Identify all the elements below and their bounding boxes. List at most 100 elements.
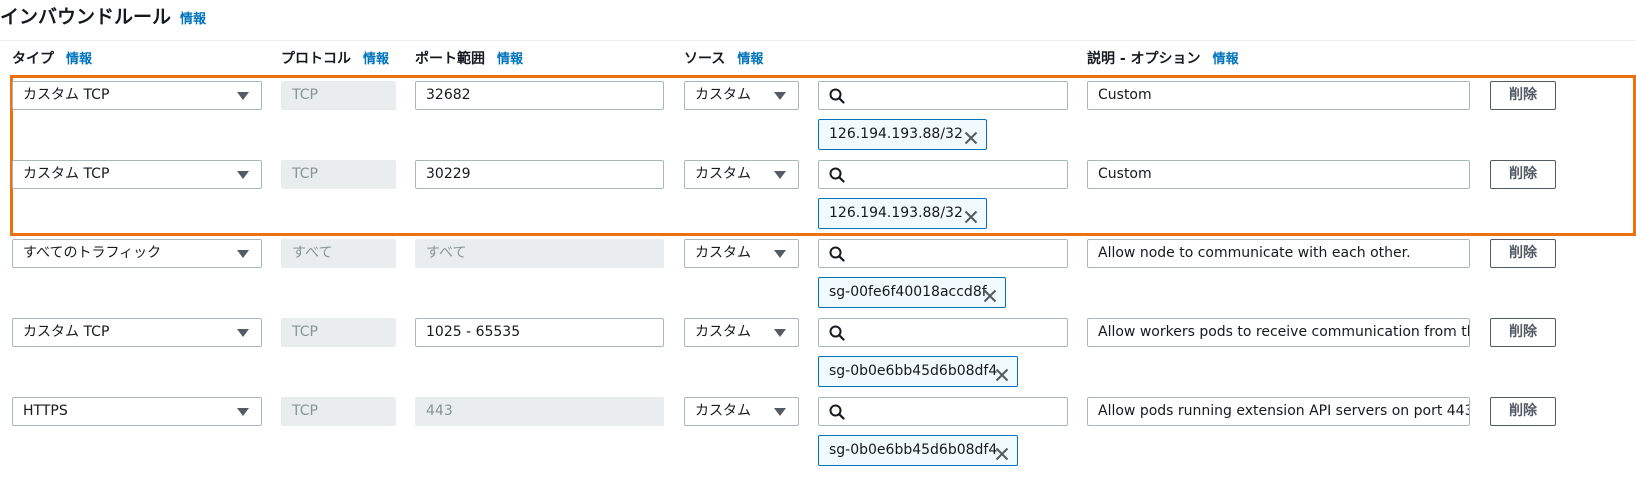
source-type-select[interactable]: カスタム	[684, 239, 799, 268]
source-token-label: sg-0b0e6bb45d6b08df4	[829, 363, 998, 379]
type-select-value: カスタム TCP	[23, 166, 110, 182]
description-input[interactable]: Custom	[1087, 81, 1470, 110]
description-value: Allow workers pods to receive communicat…	[1098, 324, 1469, 340]
chevron-down-icon	[237, 92, 249, 100]
section-title: インバウンドルール	[0, 6, 172, 28]
description-input[interactable]: Allow workers pods to receive communicat…	[1087, 318, 1470, 347]
chevron-down-icon	[774, 408, 786, 416]
source-token: 126.194.193.88/32	[818, 198, 987, 229]
source-search-input[interactable]	[818, 239, 1068, 268]
delete-button[interactable]: 削除	[1490, 239, 1556, 268]
source-search-input[interactable]	[818, 397, 1068, 426]
header-source-info-link[interactable]: 情報	[737, 52, 763, 67]
port-range-input[interactable]: 30229	[415, 160, 664, 189]
header-protocol: プロトコル 情報	[281, 48, 389, 68]
source-search-input[interactable]	[818, 160, 1068, 189]
protocol-field: TCP	[281, 318, 396, 347]
source-type-value: カスタム	[695, 245, 751, 261]
description-value: Custom	[1098, 166, 1152, 182]
header-port-label: ポート範囲	[415, 51, 485, 67]
type-select-value: カスタム TCP	[23, 87, 110, 103]
header-protocol-label: プロトコル	[281, 51, 351, 67]
source-token-label: sg-00fe6f40018accd8f	[829, 284, 987, 300]
port-range-value: 1025 - 65535	[426, 324, 521, 340]
type-select[interactable]: カスタム TCP	[12, 81, 262, 110]
close-icon[interactable]	[964, 127, 978, 156]
delete-button[interactable]: 削除	[1490, 160, 1556, 189]
header-type: タイプ 情報	[12, 48, 92, 68]
port-range-input[interactable]: 1025 - 65535	[415, 318, 664, 347]
type-select-value: HTTPS	[23, 403, 68, 419]
close-icon[interactable]	[995, 364, 1009, 393]
section-info-link[interactable]: 情報	[180, 8, 206, 27]
source-type-select[interactable]: カスタム	[684, 397, 799, 426]
title-divider	[0, 40, 1636, 41]
protocol-field: すべて	[281, 239, 396, 268]
protocol-value: TCP	[292, 324, 318, 340]
type-select-value: すべてのトラフィック	[23, 245, 162, 261]
port-range-value: 443	[426, 403, 453, 419]
type-select[interactable]: すべてのトラフィック	[12, 239, 262, 268]
source-type-value: カスタム	[695, 403, 751, 419]
delete-button[interactable]: 削除	[1490, 81, 1556, 110]
protocol-value: TCP	[292, 87, 318, 103]
protocol-value: TCP	[292, 403, 318, 419]
protocol-field: TCP	[281, 160, 396, 189]
type-select[interactable]: HTTPS	[12, 397, 262, 426]
close-icon[interactable]	[995, 443, 1009, 472]
source-type-value: カスタム	[695, 87, 751, 103]
header-port-info-link[interactable]: 情報	[497, 52, 523, 67]
description-input[interactable]: Allow pods running extension API servers…	[1087, 397, 1470, 426]
header-source: ソース 情報	[684, 48, 763, 68]
header-type-info-link[interactable]: 情報	[66, 52, 92, 67]
header-type-label: タイプ	[12, 51, 54, 67]
close-icon[interactable]	[983, 285, 997, 314]
port-range-input: 443	[415, 397, 664, 426]
source-token-label: 126.194.193.88/32	[829, 205, 963, 221]
description-value: Allow pods running extension API servers…	[1098, 403, 1469, 419]
description-input[interactable]: Allow node to communicate with each othe…	[1087, 239, 1470, 268]
source-token: sg-0b0e6bb45d6b08df4	[818, 435, 1018, 466]
source-token-label: 126.194.193.88/32	[829, 126, 963, 142]
chevron-down-icon	[774, 250, 786, 258]
source-token: sg-00fe6f40018accd8f	[818, 277, 1006, 308]
chevron-down-icon	[237, 329, 249, 337]
port-range-input[interactable]: 32682	[415, 81, 664, 110]
chevron-down-icon	[774, 329, 786, 337]
port-range-value: 30229	[426, 166, 471, 182]
source-token: sg-0b0e6bb45d6b08df4	[818, 356, 1018, 387]
header-description: 説明 - オプション 情報	[1087, 48, 1239, 68]
delete-button[interactable]: 削除	[1490, 397, 1556, 426]
source-token-label: sg-0b0e6bb45d6b08df4	[829, 442, 998, 458]
header-description-info-link[interactable]: 情報	[1213, 52, 1239, 67]
type-select[interactable]: カスタム TCP	[12, 318, 262, 347]
port-range-value: 32682	[426, 87, 471, 103]
header-description-label: 説明 - オプション	[1087, 51, 1201, 67]
description-value: Allow node to communicate with each othe…	[1098, 245, 1411, 261]
description-value: Custom	[1098, 87, 1152, 103]
chevron-down-icon	[237, 250, 249, 258]
source-type-select[interactable]: カスタム	[684, 81, 799, 110]
source-search-input[interactable]	[818, 81, 1068, 110]
description-input[interactable]: Custom	[1087, 160, 1470, 189]
source-type-select[interactable]: カスタム	[684, 318, 799, 347]
type-select-value: カスタム TCP	[23, 324, 110, 340]
protocol-value: TCP	[292, 166, 318, 182]
chevron-down-icon	[774, 171, 786, 179]
header-port: ポート範囲 情報	[415, 48, 523, 68]
source-type-select[interactable]: カスタム	[684, 160, 799, 189]
protocol-value: すべて	[292, 245, 333, 261]
source-search-input[interactable]	[818, 318, 1068, 347]
chevron-down-icon	[774, 92, 786, 100]
port-range-value: すべて	[426, 245, 467, 261]
chevron-down-icon	[237, 408, 249, 416]
header-protocol-info-link[interactable]: 情報	[363, 52, 389, 67]
source-type-value: カスタム	[695, 166, 751, 182]
close-icon[interactable]	[964, 206, 978, 235]
type-select[interactable]: カスタム TCP	[12, 160, 262, 189]
protocol-field: TCP	[281, 397, 396, 426]
delete-button[interactable]: 削除	[1490, 318, 1556, 347]
source-token: 126.194.193.88/32	[818, 119, 987, 150]
source-type-value: カスタム	[695, 324, 751, 340]
chevron-down-icon	[237, 171, 249, 179]
